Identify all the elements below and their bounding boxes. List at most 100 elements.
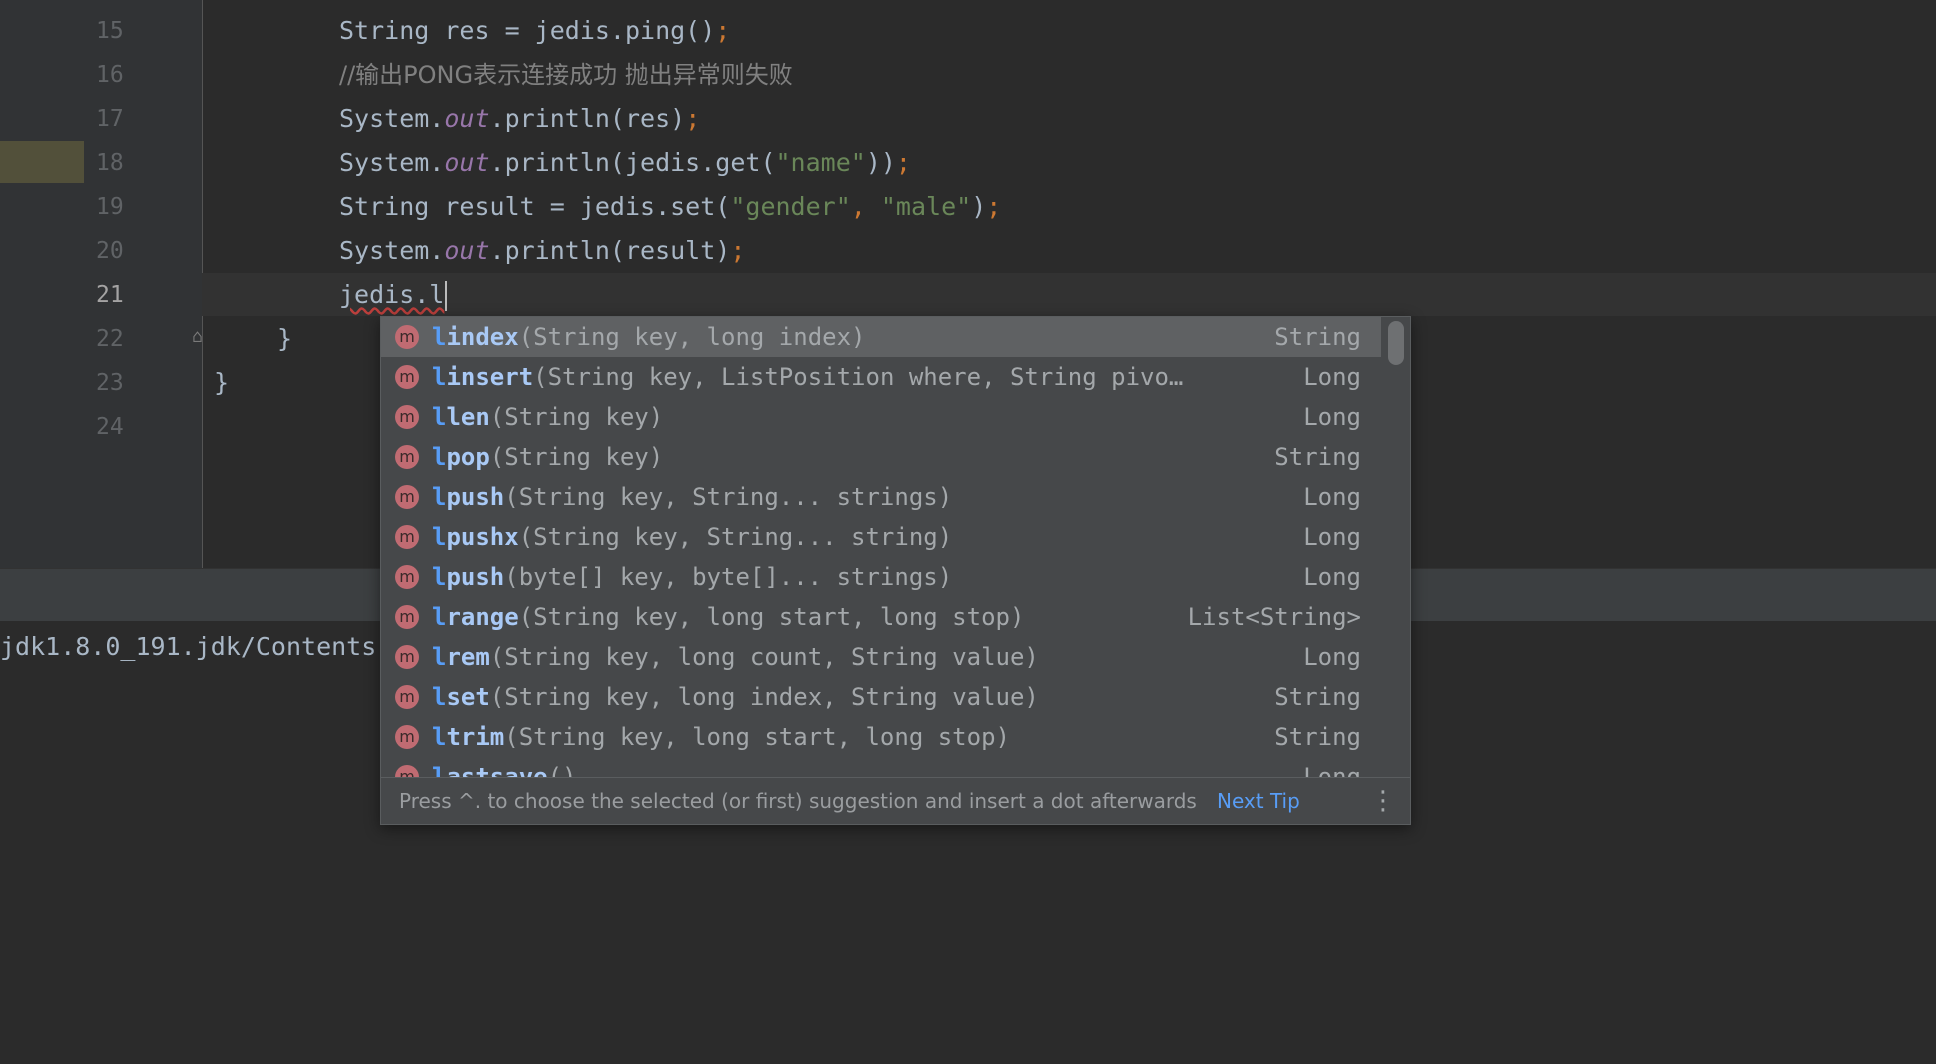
line-number: 20: [96, 238, 124, 264]
code-token: .println(jedis.get(: [489, 148, 776, 177]
code-line: String res = jedis.ping();: [339, 9, 730, 53]
code-token: ;: [685, 104, 701, 133]
completion-list[interactable]: m lindex(String key, long index) String m li…: [381, 317, 1381, 777]
method-name: lrange(String key, long start, long stop…: [432, 597, 1024, 637]
code-token: ;: [715, 16, 731, 45]
code-token: ;: [730, 236, 746, 265]
current-line-highlight: [202, 273, 1936, 316]
method-icon: m: [395, 405, 419, 429]
text-caret: [445, 281, 448, 311]
method-icon: m: [395, 525, 419, 549]
return-type: Long: [1303, 363, 1361, 391]
completion-item[interactable]: m lastsave() Long: [381, 757, 1381, 777]
method-icon: m: [395, 365, 419, 389]
code-token: out: [444, 148, 490, 177]
completion-scroll-thumb[interactable]: [1388, 321, 1404, 365]
match-highlight: l: [432, 683, 447, 711]
method-icon: m: [395, 485, 419, 509]
match-highlight: l: [432, 603, 447, 631]
line-number: 19: [96, 194, 124, 220]
next-tip-link[interactable]: Next Tip: [1217, 778, 1300, 824]
code-line: System.out.println(res);: [339, 97, 700, 141]
completion-item[interactable]: m lset(String key, long index, String val…: [381, 677, 1381, 717]
completion-item[interactable]: m lrange(String key, long start, long sto…: [381, 597, 1381, 637]
return-type: Long: [1303, 643, 1361, 671]
method-name: lpush(byte[] key, byte[]... strings): [432, 557, 952, 597]
line-number: 24: [96, 414, 124, 440]
line-number: 22: [96, 326, 124, 352]
code-token: .println(res): [489, 104, 686, 133]
method-signature: (String key): [489, 403, 664, 431]
method-icon: m: [395, 765, 419, 777]
return-type: String: [1274, 443, 1361, 471]
completion-item[interactable]: m lindex(String key, long index) String: [381, 317, 1381, 357]
line-number: 23: [96, 370, 124, 396]
method-name: linsert(String key, ListPosition where, …: [432, 357, 1183, 397]
line-number: 15: [96, 18, 124, 44]
return-type: String: [1274, 323, 1361, 351]
completion-item[interactable]: m lpush(String key, String... strings) Lon…: [381, 477, 1381, 517]
method-name-rest: set: [446, 683, 490, 711]
completion-item[interactable]: m lpushx(String key, String... string) Lon…: [381, 517, 1381, 557]
code-line: String result = jedis.set("gender", "mal…: [339, 185, 1001, 229]
code-token: "male": [880, 192, 972, 221]
code-token: ): [971, 192, 987, 221]
match-highlight: l: [432, 323, 447, 351]
code-token: String result = jedis.set(: [339, 192, 731, 221]
method-signature: (String key, long index, String value): [489, 683, 1039, 711]
match-highlight: l: [432, 763, 447, 777]
method-signature: (String key, long index): [518, 323, 866, 351]
method-name: lpop(String key): [432, 437, 663, 477]
method-icon: m: [395, 605, 419, 629]
match-highlight: l: [432, 363, 447, 391]
method-signature: (String key, String... strings): [504, 483, 953, 511]
method-name-rest: trim: [446, 723, 505, 751]
completion-scrollbar[interactable]: [1382, 317, 1410, 777]
more-options-icon[interactable]: ⋮: [1370, 778, 1396, 824]
method-icon: m: [395, 685, 419, 709]
completion-footer: Press ^. to choose the selected (or firs…: [381, 777, 1410, 824]
match-highlight: l: [432, 483, 447, 511]
return-type: List<String>: [1187, 603, 1361, 631]
match-highlight: l: [432, 643, 447, 671]
completion-item[interactable]: m llen(String key) Long: [381, 397, 1381, 437]
code-completion-popup[interactable]: m lindex(String key, long index) String m li…: [380, 316, 1411, 825]
method-name: lrem(String key, long count, String valu…: [432, 637, 1039, 677]
method-name: llen(String key): [432, 397, 663, 437]
left-tool-strip: [0, 0, 84, 568]
code-line: }: [214, 361, 229, 405]
line-number: 18: [96, 150, 124, 176]
method-name: lindex(String key, long index): [432, 317, 865, 357]
completion-item[interactable]: m linsert(String key, ListPosition where,…: [381, 357, 1381, 397]
code-line: jedis.l: [339, 273, 448, 317]
method-signature: (String key, long start, long stop): [518, 603, 1025, 631]
code-line: //输出PONG表示连接成功 抛出异常则失败: [339, 53, 793, 97]
code-token: out: [444, 236, 490, 265]
method-signature: (): [547, 763, 577, 777]
method-name: ltrim(String key, long start, long stop): [432, 717, 1010, 757]
method-icon: m: [395, 565, 419, 589]
method-signature: (String key, long start, long stop): [504, 723, 1010, 751]
match-highlight: l: [432, 563, 447, 591]
fold-end-icon[interactable]: ⌂: [192, 326, 208, 348]
method-name-rest: range: [446, 603, 519, 631]
completion-item[interactable]: m lpush(byte[] key, byte[]... strings) Lon…: [381, 557, 1381, 597]
method-name-rest: push: [446, 563, 505, 591]
code-token: jedis.l: [339, 280, 445, 309]
method-name: lpush(String key, String... strings): [432, 477, 952, 517]
completion-item[interactable]: m ltrim(String key, long start, long stop…: [381, 717, 1381, 757]
code-token: //输出PONG表示连接成功 抛出异常则失败: [339, 61, 793, 89]
match-highlight: l: [432, 403, 447, 431]
code-token: "gender": [730, 192, 851, 221]
code-token: System.: [339, 236, 445, 265]
method-name-rest: rem: [446, 643, 490, 671]
completion-item[interactable]: m lpop(String key) String: [381, 437, 1381, 477]
match-highlight: l: [432, 723, 447, 751]
method-name: lset(String key, long index, String valu…: [432, 677, 1039, 717]
return-type: Long: [1303, 763, 1361, 777]
method-name-rest: pop: [446, 443, 490, 471]
completion-item[interactable]: m lrem(String key, long count, String val…: [381, 637, 1381, 677]
method-signature: (byte[] key, byte[]... strings): [504, 563, 953, 591]
return-type: String: [1274, 723, 1361, 751]
method-signature: (String key, ListPosition where, String …: [533, 363, 1184, 391]
